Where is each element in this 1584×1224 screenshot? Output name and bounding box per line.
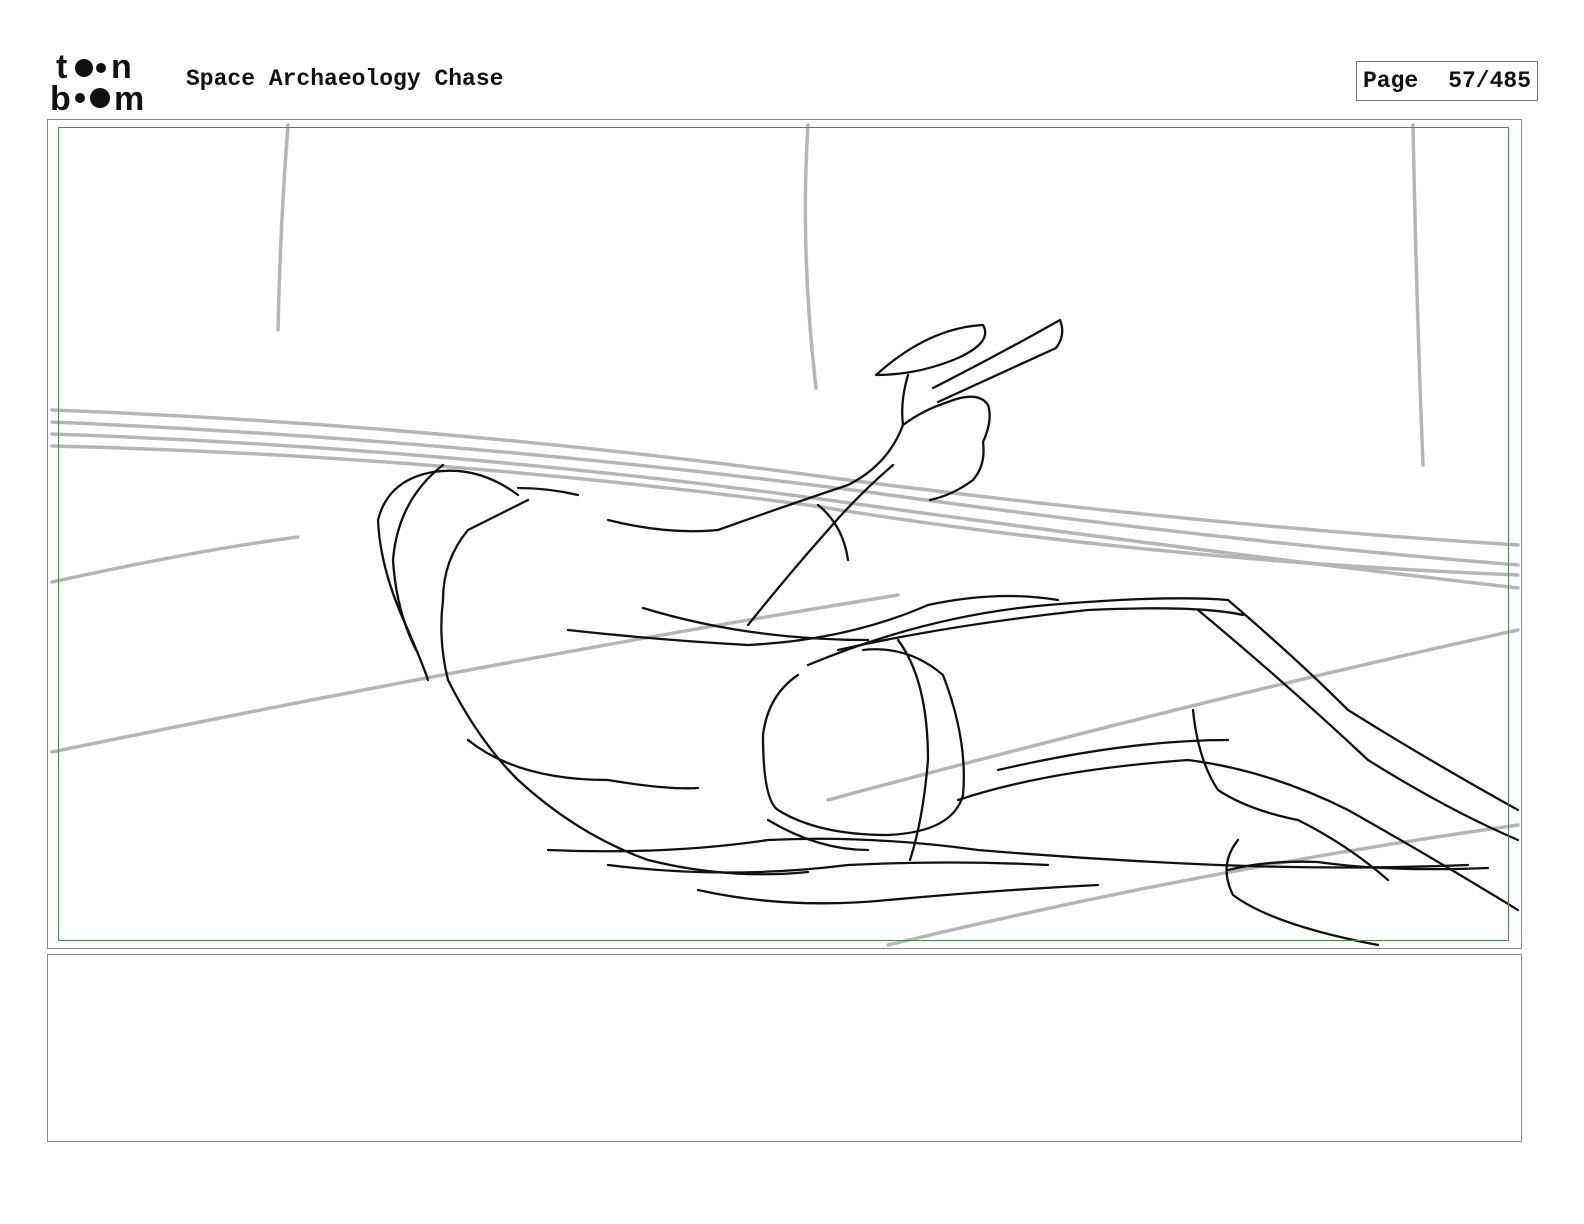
page-number: 57/485 (1448, 68, 1532, 94)
svg-text:b: b (50, 80, 71, 112)
page-indicator: Page 57/485 (1356, 61, 1538, 101)
caption-box[interactable] (47, 954, 1522, 1142)
page-label: Page (1362, 68, 1419, 94)
toon-boom-logo: t n b m (50, 50, 144, 112)
panel-sketch (50, 123, 1520, 947)
storyboard-panel[interactable] (47, 119, 1522, 949)
storyboard-title: Space Archaeology Chase (186, 66, 504, 92)
svg-text:m: m (114, 80, 144, 112)
